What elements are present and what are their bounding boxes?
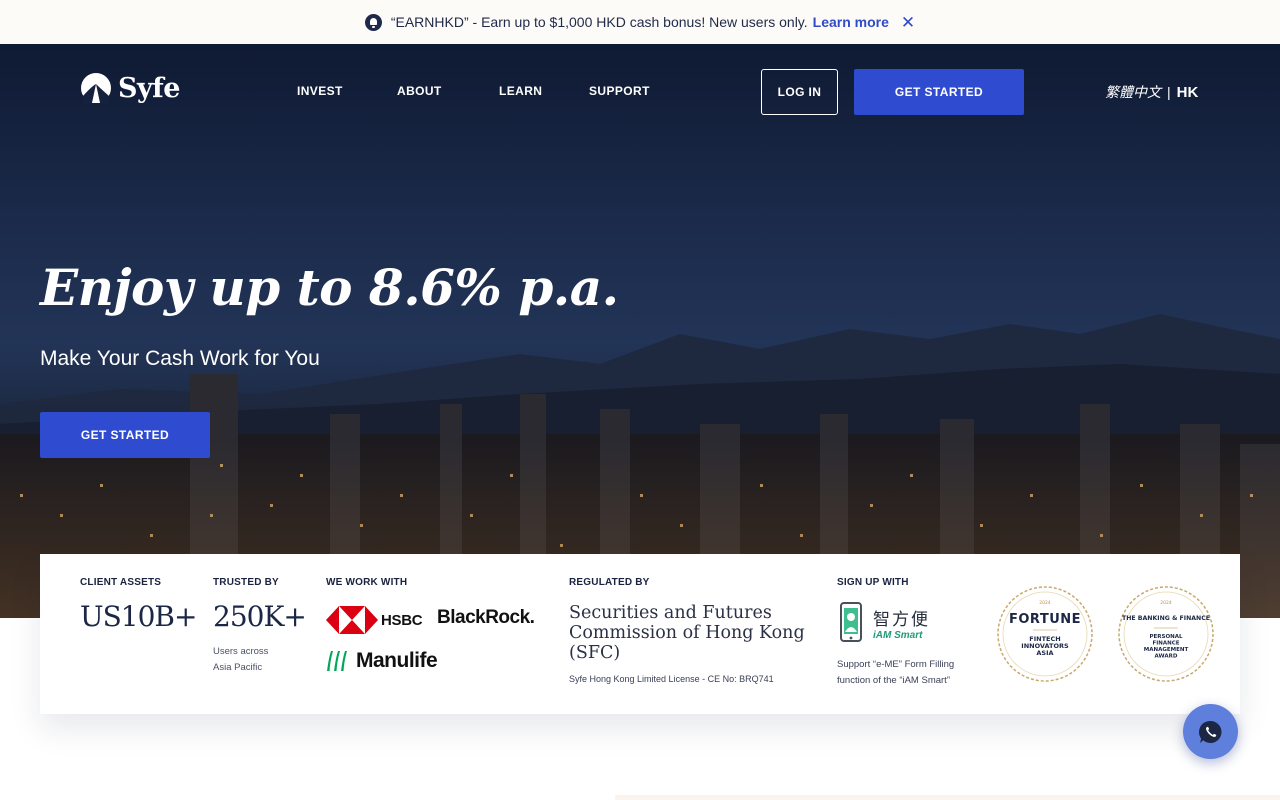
- banking-award-line4: AWARD: [1155, 654, 1178, 660]
- trust-card: CLIENT ASSETS US10B+ TRUSTED BY 250K+ Us…: [40, 554, 1240, 714]
- language-switcher: 繁體中文 | HK: [1105, 82, 1198, 102]
- learn-more-link[interactable]: Learn more: [813, 14, 889, 30]
- bell-icon: [364, 13, 382, 31]
- partners-label: WE WORK WITH: [326, 577, 408, 588]
- fortune-award-badge: 2024 FORTUNE FINTECH INNOVATORS ASIA: [997, 586, 1093, 682]
- banking-award-line2: FINANCE: [1152, 641, 1179, 647]
- nav-learn[interactable]: LEARN: [499, 84, 542, 98]
- iam-smart-english: iAM Smart: [873, 630, 923, 641]
- iam-smart-note: Support “e-ME” Form Filling function of …: [837, 657, 954, 689]
- promo-text: “EARNHKD” - Earn up to $1,000 HKD cash b…: [390, 14, 808, 30]
- manulife-text: Manulife: [356, 649, 438, 672]
- trusted-by-value: 250K+: [213, 600, 307, 633]
- iam-note-line1: Support “e-ME” Form Filling: [837, 659, 955, 670]
- banking-award-title: THE BANKING & FINANCE: [1122, 615, 1210, 622]
- close-icon[interactable]: ✕: [901, 14, 915, 31]
- nav-invest[interactable]: INVEST: [297, 84, 343, 98]
- syfe-logo[interactable]: Syfe: [80, 72, 180, 104]
- iam-smart-chinese: 智方便: [873, 610, 930, 629]
- promo-banner: “EARNHKD” - Earn up to $1,000 HKD cash b…: [0, 0, 1280, 44]
- hsbc-logo: HSBC: [326, 606, 423, 634]
- client-assets-value: US10B+: [80, 600, 197, 633]
- logo-mark-icon: [81, 73, 111, 104]
- language-separator: |: [1167, 84, 1171, 100]
- nav-get-started-button[interactable]: GET STARTED: [854, 69, 1024, 115]
- whatsapp-icon: [1198, 720, 1222, 743]
- fortune-award-year: 2024: [1039, 600, 1051, 606]
- sfc-line2: Commission of Hong Kong: [569, 623, 805, 643]
- hero-subheadline: Make Your Cash Work for You: [40, 347, 320, 370]
- trusted-by-note-line1: Users across: [213, 646, 269, 657]
- manulife-m-icon: [327, 651, 347, 671]
- trusted-by-note-line2: Asia Pacific: [213, 662, 263, 673]
- hsbc-hexagon-icon: [326, 606, 378, 634]
- banking-award-year: 2024: [1160, 600, 1172, 606]
- sfc-line3: (SFC): [569, 643, 621, 663]
- regulated-by-label: REGULATED BY: [569, 577, 650, 588]
- blackrock-logo: BlackRock.: [437, 607, 535, 628]
- whatsapp-chat-button[interactable]: [1183, 704, 1238, 759]
- logo-text: Syfe: [118, 72, 180, 104]
- iam-note-line2: function of the “iAM Smart”: [837, 675, 950, 686]
- license-text: Syfe Hong Kong Limited License - CE No: …: [569, 674, 774, 684]
- region-selector[interactable]: HK: [1177, 84, 1199, 101]
- banking-award-line3: MANAGEMENT: [1144, 647, 1189, 653]
- fortune-award-line3: ASIA: [1036, 649, 1053, 657]
- nav-about[interactable]: ABOUT: [397, 84, 442, 98]
- fortune-award-title: FORTUNE: [1009, 612, 1081, 627]
- nav-support[interactable]: SUPPORT: [589, 84, 650, 98]
- manulife-logo: Manulife: [326, 649, 438, 673]
- next-section-peek: [615, 795, 1280, 800]
- login-button[interactable]: LOG IN: [761, 69, 838, 115]
- banking-award-line1: PERSONAL: [1149, 634, 1183, 640]
- hero-section: [0, 44, 1280, 618]
- trusted-by-label: TRUSTED BY: [213, 577, 279, 588]
- hsbc-text: HSBC: [381, 611, 423, 629]
- banking-finance-award-badge: 2024 THE BANKING & FINANCE PERSONAL FINA…: [1118, 586, 1214, 682]
- hero-get-started-button[interactable]: GET STARTED: [40, 412, 210, 458]
- sfc-name: Securities and Futures Commission of Hon…: [569, 603, 805, 663]
- sfc-line1: Securities and Futures: [569, 603, 772, 623]
- client-assets-label: CLIENT ASSETS: [80, 577, 162, 588]
- hero-headline: Enjoy up to 8.6% p.a.: [40, 258, 619, 317]
- language-chinese-link[interactable]: 繁體中文: [1105, 82, 1161, 102]
- sign-up-with-label: SIGN UP WITH: [837, 577, 909, 588]
- iam-smart-phone-icon: [840, 602, 862, 642]
- iam-smart-logo[interactable]: 智方便 iAM Smart: [837, 601, 930, 645]
